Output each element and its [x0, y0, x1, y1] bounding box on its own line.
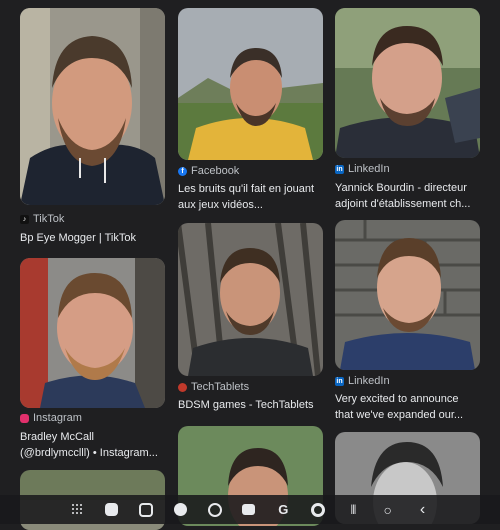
camera-icon[interactable] — [242, 504, 256, 515]
result-thumbnail[interactable] — [20, 258, 165, 408]
result-caption[interactable]: BDSM games - TechTablets — [178, 397, 323, 413]
chrome-icon[interactable] — [311, 502, 326, 517]
compass-icon[interactable] — [207, 502, 222, 517]
result-thumbnail[interactable] — [178, 8, 323, 160]
messages-icon[interactable] — [173, 503, 187, 516]
result-source-label: LinkedIn — [348, 375, 390, 387]
image-results-grid: ♪ TikTok Bp Eye Mogger | TikTok Instagra… — [0, 0, 500, 530]
result-caption-line: Les bruits qu'il fait en jouant — [178, 183, 315, 195]
result-source: Instagram — [20, 411, 82, 425]
linkedin-icon: in — [335, 164, 344, 174]
result-caption-line: Bp Eye Mogger | TikTok — [20, 232, 136, 244]
back-icon[interactable]: ‹ — [416, 501, 430, 517]
result-source: f Facebook — [178, 164, 239, 178]
bottom-navigation-bar: G ||| ○ ‹ — [0, 495, 500, 524]
result-caption-line: Very excited to announce — [335, 393, 459, 405]
result-source-label: TechTablets — [191, 381, 250, 393]
techtablets-icon — [178, 382, 187, 392]
result-source-label: Instagram — [33, 412, 82, 424]
tiktok-icon: ♪ — [20, 214, 29, 224]
app-icon-1[interactable] — [105, 503, 119, 516]
result-caption[interactable]: Bradley McCall (@brdlymcclll) • Instagra… — [20, 429, 165, 461]
result-thumbnail[interactable] — [20, 8, 165, 205]
result-source: ♪ TikTok — [20, 212, 64, 226]
facebook-icon: f — [178, 166, 187, 176]
app-icon-2[interactable] — [139, 502, 154, 517]
result-caption-line: BDSM games - TechTablets — [178, 399, 314, 411]
linkedin-icon: in — [335, 376, 344, 386]
result-caption[interactable]: Les bruits qu'il fait en jouant aux jeux… — [178, 181, 323, 213]
result-source-label: TikTok — [33, 213, 65, 225]
recents-icon[interactable]: ||| — [346, 503, 360, 517]
google-icon[interactable]: G — [276, 502, 290, 517]
result-thumbnail[interactable] — [178, 223, 323, 376]
result-thumbnail[interactable] — [335, 220, 480, 370]
result-source: in LinkedIn — [335, 374, 390, 388]
instagram-icon — [20, 413, 29, 423]
result-source: in LinkedIn — [335, 162, 390, 176]
apps-grid-icon[interactable] — [70, 503, 84, 517]
home-icon[interactable]: ○ — [381, 503, 395, 517]
result-caption-line: Bradley McCall — [20, 431, 94, 443]
result-caption-line: Yannick Bourdin - directeur — [335, 182, 467, 194]
result-caption-line: aux jeux vidéos... — [178, 199, 263, 211]
result-caption[interactable]: Yannick Bourdin - directeur adjoint d'ét… — [335, 180, 480, 212]
result-caption[interactable]: Very excited to announce that we've expa… — [335, 391, 480, 423]
result-caption-line: (@brdlymcclll) • Instagram... — [20, 447, 158, 459]
result-thumbnail[interactable] — [335, 8, 480, 158]
result-caption-line: adjoint d'établissement ch... — [335, 198, 471, 210]
result-source: TechTablets — [178, 380, 249, 394]
result-source-label: Facebook — [191, 165, 240, 177]
result-caption-line: that we've expanded our... — [335, 409, 464, 421]
result-source-label: LinkedIn — [348, 163, 390, 175]
result-caption[interactable]: Bp Eye Mogger | TikTok — [20, 230, 165, 246]
